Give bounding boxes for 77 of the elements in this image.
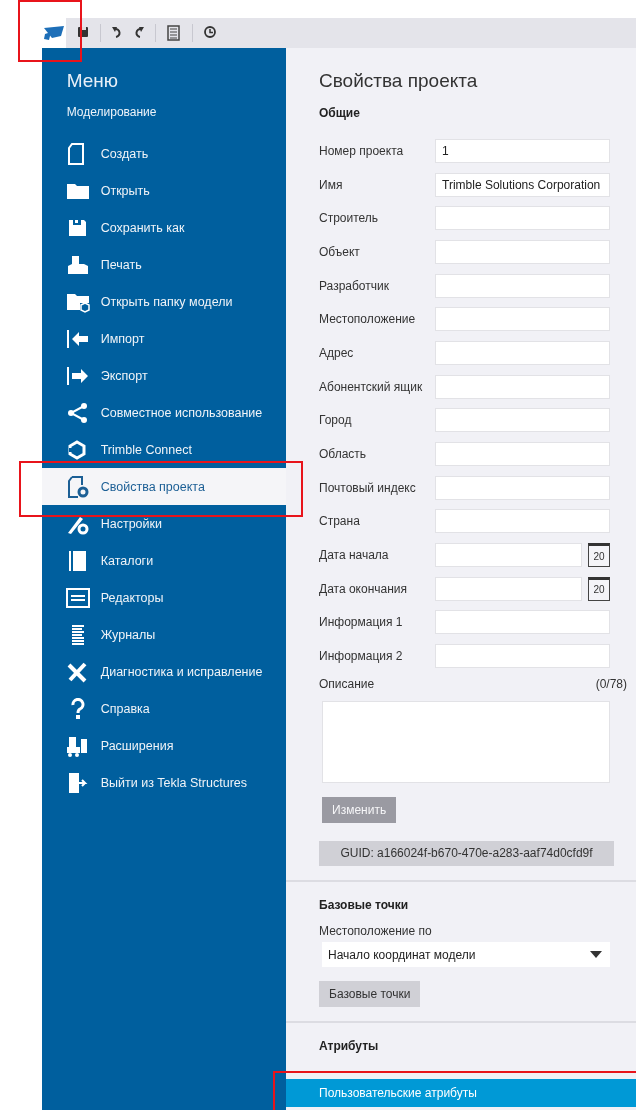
field-label: Информация 2 xyxy=(319,649,404,664)
section-label: Моделирование xyxy=(65,105,158,119)
dropdown-arrow-icon xyxy=(590,950,602,959)
field-label: Город xyxy=(319,413,353,428)
input-field[interactable] xyxy=(435,206,610,231)
input-field[interactable] xyxy=(435,610,610,635)
character-counter: (0/78) xyxy=(595,677,627,693)
date-field[interactable] xyxy=(435,576,582,601)
printer-icon xyxy=(65,253,90,276)
list-item[interactable]: Пользовательские атрибуты xyxy=(286,1079,636,1107)
section-heading: Базовые точки xyxy=(319,898,410,912)
date-field[interactable] xyxy=(435,543,582,568)
input-field[interactable] xyxy=(435,442,610,467)
editor-icon xyxy=(65,586,90,609)
input-field[interactable]: Trimble Solutions Corporation xyxy=(435,172,610,197)
logo-icon xyxy=(43,25,65,41)
field-label: Местоположение по xyxy=(319,924,433,938)
field-label: Страна xyxy=(319,514,361,529)
input-field[interactable] xyxy=(435,273,610,298)
field-label: Информация 1 xyxy=(319,615,404,630)
document-list-icon[interactable] xyxy=(166,25,182,41)
calendar-button[interactable]: 20 xyxy=(588,543,610,568)
export-arrow-icon xyxy=(65,364,90,387)
field-label: Описание xyxy=(319,677,376,693)
menu-item[interactable]: Экспорт xyxy=(41,357,286,394)
menu-item[interactable]: Создать xyxy=(41,135,286,172)
input-field[interactable] xyxy=(435,374,610,399)
menu-title: Меню xyxy=(65,70,120,92)
menu-item[interactable]: Сохранить как xyxy=(41,209,286,246)
history-icon[interactable] xyxy=(203,25,217,41)
input-field[interactable] xyxy=(435,307,610,332)
import-arrow-icon xyxy=(65,327,90,350)
section-heading: Общие xyxy=(319,106,361,120)
share-icon xyxy=(65,401,90,424)
input-field[interactable] xyxy=(435,239,610,264)
input-field[interactable] xyxy=(435,408,610,433)
menu-item[interactable]: Редакторы xyxy=(41,579,286,616)
menu-item[interactable]: Выйти из Tekla Structures xyxy=(41,764,286,801)
menu-item[interactable]: Каталоги xyxy=(41,542,286,579)
field-label: Дата окончания xyxy=(319,581,409,596)
document-gear-icon xyxy=(65,475,90,498)
field-label: Строитель xyxy=(319,211,380,226)
field-label: Адрес xyxy=(319,345,355,360)
menu-item[interactable]: Журналы xyxy=(41,616,286,653)
field-label: Абонентский ящик xyxy=(319,379,424,394)
field-label: Область xyxy=(319,447,368,462)
panel-title: Свойства проекта xyxy=(319,70,479,92)
menu-item[interactable]: Импорт xyxy=(41,320,286,357)
base-points-button[interactable]: Базовые точки xyxy=(319,981,421,1007)
menu-item[interactable]: Trimble Connect xyxy=(41,431,286,468)
menu-item[interactable]: Свойства проекта xyxy=(41,468,286,505)
input-field[interactable] xyxy=(435,475,610,500)
field-label: Объект xyxy=(319,244,361,259)
menu-item[interactable]: Печать xyxy=(41,246,286,283)
menu-item[interactable]: Открыть папку модели xyxy=(41,283,286,320)
menu-item[interactable]: Диагностика и исправление xyxy=(41,653,286,690)
menu-item[interactable]: Настройки xyxy=(41,505,286,542)
field-label: Дата начала xyxy=(319,548,390,563)
field-label: Местоположение xyxy=(319,312,417,327)
menu-item[interactable]: Открыть xyxy=(41,172,286,209)
description-field[interactable] xyxy=(322,701,610,783)
location-dropdown[interactable]: Начало координат модели xyxy=(322,942,610,967)
menu-item[interactable]: Расширения xyxy=(41,727,286,764)
calendar-button[interactable]: 20 xyxy=(588,576,610,601)
section-heading: Атрибуты xyxy=(319,1039,380,1053)
field-label: Номер проекта xyxy=(319,143,405,158)
menu-item[interactable]: Справка xyxy=(41,690,286,727)
input-field[interactable] xyxy=(435,644,610,669)
input-field[interactable] xyxy=(435,509,610,534)
field-label: Имя xyxy=(319,177,344,192)
field-label: Разработчик xyxy=(319,278,390,293)
field-label: Почтовый индекс xyxy=(319,480,417,495)
guid-label: GUID: a166024f-b670-470e-a283-aaf74d0cfd9f xyxy=(319,841,614,866)
input-field[interactable]: 1 xyxy=(435,138,610,163)
menu-item[interactable]: Совместное использование xyxy=(41,394,286,431)
forklift-icon xyxy=(65,734,90,757)
input-field[interactable] xyxy=(435,340,610,365)
